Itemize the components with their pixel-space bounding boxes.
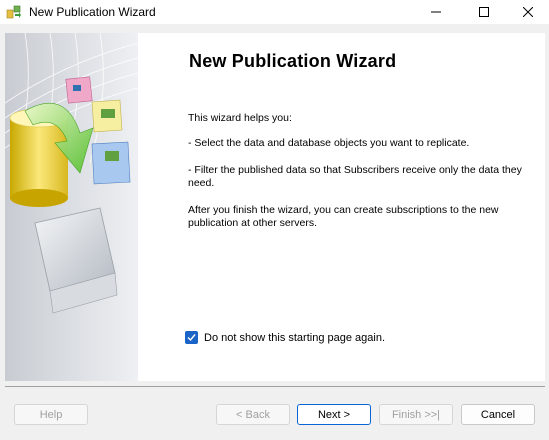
bullet-filter-data: - Filter the published data so that Subs… — [188, 164, 522, 189]
next-button[interactable]: Next > — [297, 404, 371, 425]
skip-start-page-option[interactable]: Do not show this starting page again. — [185, 331, 385, 344]
skip-start-page-checkbox[interactable] — [185, 331, 198, 344]
finish-button[interactable]: Finish >>| — [379, 404, 453, 425]
intro-text: This wizard helps you: — [188, 112, 292, 124]
close-button[interactable] — [505, 0, 549, 24]
window-title: New Publication Wizard — [29, 5, 156, 19]
bullet-select-data: - Select the data and database objects y… — [188, 137, 470, 149]
after-finish-text: After you finish the wizard, you can cre… — [188, 204, 499, 229]
page-title: New Publication Wizard — [189, 51, 397, 71]
maximize-button[interactable] — [461, 0, 507, 24]
cancel-button[interactable]: Cancel — [461, 404, 535, 425]
title-bar: New Publication Wizard — [0, 0, 549, 24]
footer-divider — [5, 386, 545, 387]
back-button[interactable]: < Back — [216, 404, 290, 425]
checkmark-icon — [187, 334, 196, 342]
wizard-content: New Publication Wizard This wizard helps… — [5, 33, 545, 381]
publication-wizard-icon — [6, 4, 22, 20]
wizard-illustration — [5, 33, 138, 381]
help-button[interactable]: Help — [14, 404, 88, 425]
minimize-button[interactable] — [413, 0, 459, 24]
skip-start-page-label: Do not show this starting page again. — [204, 331, 386, 344]
